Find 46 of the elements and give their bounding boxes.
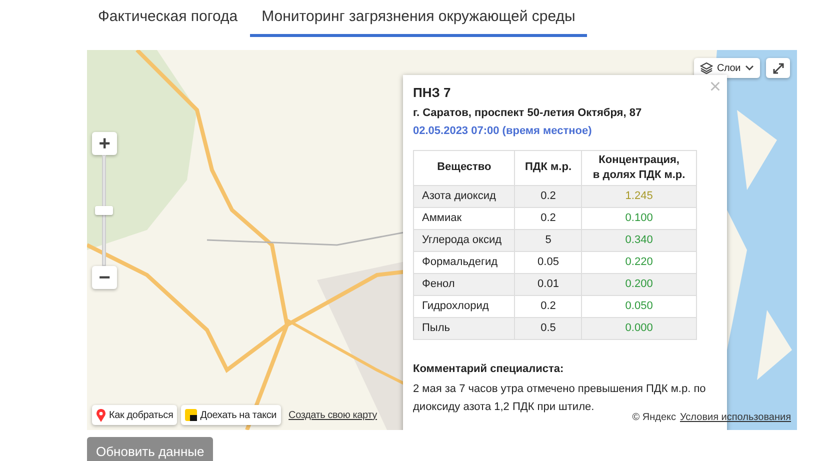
- location-pin-icon: [96, 408, 106, 422]
- zoom-out-button[interactable]: −: [92, 266, 117, 289]
- substance-cell: Углерода оксид: [414, 229, 515, 251]
- substance-cell: Аммиак: [414, 207, 515, 229]
- layers-icon: [700, 62, 713, 74]
- layers-button[interactable]: Слои: [694, 58, 760, 78]
- pdk-cell: 0.5: [514, 317, 582, 339]
- pdk-cell: 0.2: [514, 207, 582, 229]
- concentration-cell: 0.000: [582, 317, 696, 339]
- tab[interactable]: Фактическая погода: [86, 0, 250, 37]
- substance-cell: Пыль: [414, 317, 515, 339]
- fullscreen-button[interactable]: [766, 58, 790, 78]
- measurement-time: 02.05.2023 07:00 (время местное): [413, 124, 593, 139]
- concentration-cell: 0.200: [582, 273, 696, 295]
- copyright-text: © Яндекс: [632, 411, 676, 425]
- tab[interactable]: Мониторинг загрязнения окружающей среды: [250, 0, 588, 37]
- concentration-cell: 0.340: [582, 229, 696, 251]
- concentration-cell: 0.220: [582, 251, 696, 273]
- concentration-cell: 0.050: [582, 295, 696, 317]
- taxi-icon: [185, 409, 198, 421]
- column-header: ПДК м.р.: [514, 150, 582, 185]
- substance-cell: Формальдегид: [414, 251, 515, 273]
- zoom-in-button[interactable]: +: [92, 132, 117, 155]
- comment-text: 2 мая за 7 часов утра отмечено превышения ПДК м.р. по диоксиду азота 1,2 ПДК при штиле.: [413, 382, 707, 413]
- pdk-cell: 0.01: [514, 273, 582, 295]
- station-title: ПНЗ 7: [413, 84, 451, 102]
- zoom-slider-handle[interactable]: [95, 206, 113, 215]
- pdk-cell: 0.2: [514, 185, 582, 207]
- chevron-down-icon: [744, 65, 754, 71]
- substance-cell: Азота диоксид: [414, 185, 515, 207]
- concentration-cell: 1.245: [582, 185, 696, 207]
- route-button[interactable]: Как добраться: [92, 405, 178, 425]
- column-header: Вещество: [414, 150, 515, 185]
- terms-link[interactable]: Условия использования: [680, 410, 791, 425]
- pdk-cell: 0.2: [514, 295, 582, 317]
- comment-title: Комментарий специалиста:: [413, 362, 565, 376]
- pdk-cell: 0.05: [514, 251, 582, 273]
- station-address: г. Саратов, проспект 50-летия Октября, 87: [413, 106, 643, 120]
- substance-cell: Фенол: [414, 273, 515, 295]
- create-map-link[interactable]: Создать свою карту: [288, 408, 377, 422]
- concentration-cell: 0.100: [582, 207, 696, 229]
- substance-cell: Гидрохлорид: [414, 295, 515, 317]
- column-header: Концентрация, в долях ПДК м.р.: [582, 150, 696, 185]
- taxi-button[interactable]: Доехать на такси: [181, 405, 281, 425]
- pdk-cell: 5: [514, 229, 582, 251]
- expand-icon: [772, 62, 784, 74]
